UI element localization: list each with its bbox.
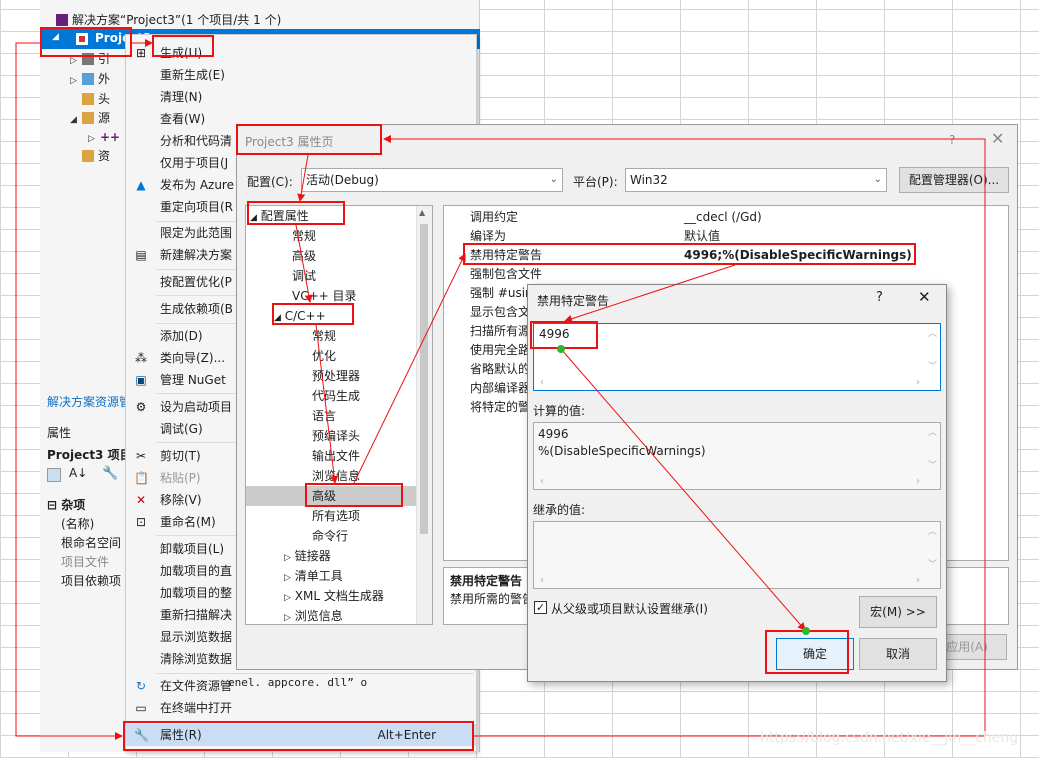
watermark: https://blog.csdn.net/xie__jin__cheng	[760, 730, 1019, 746]
annotation-arrows	[15, 39, 986, 740]
